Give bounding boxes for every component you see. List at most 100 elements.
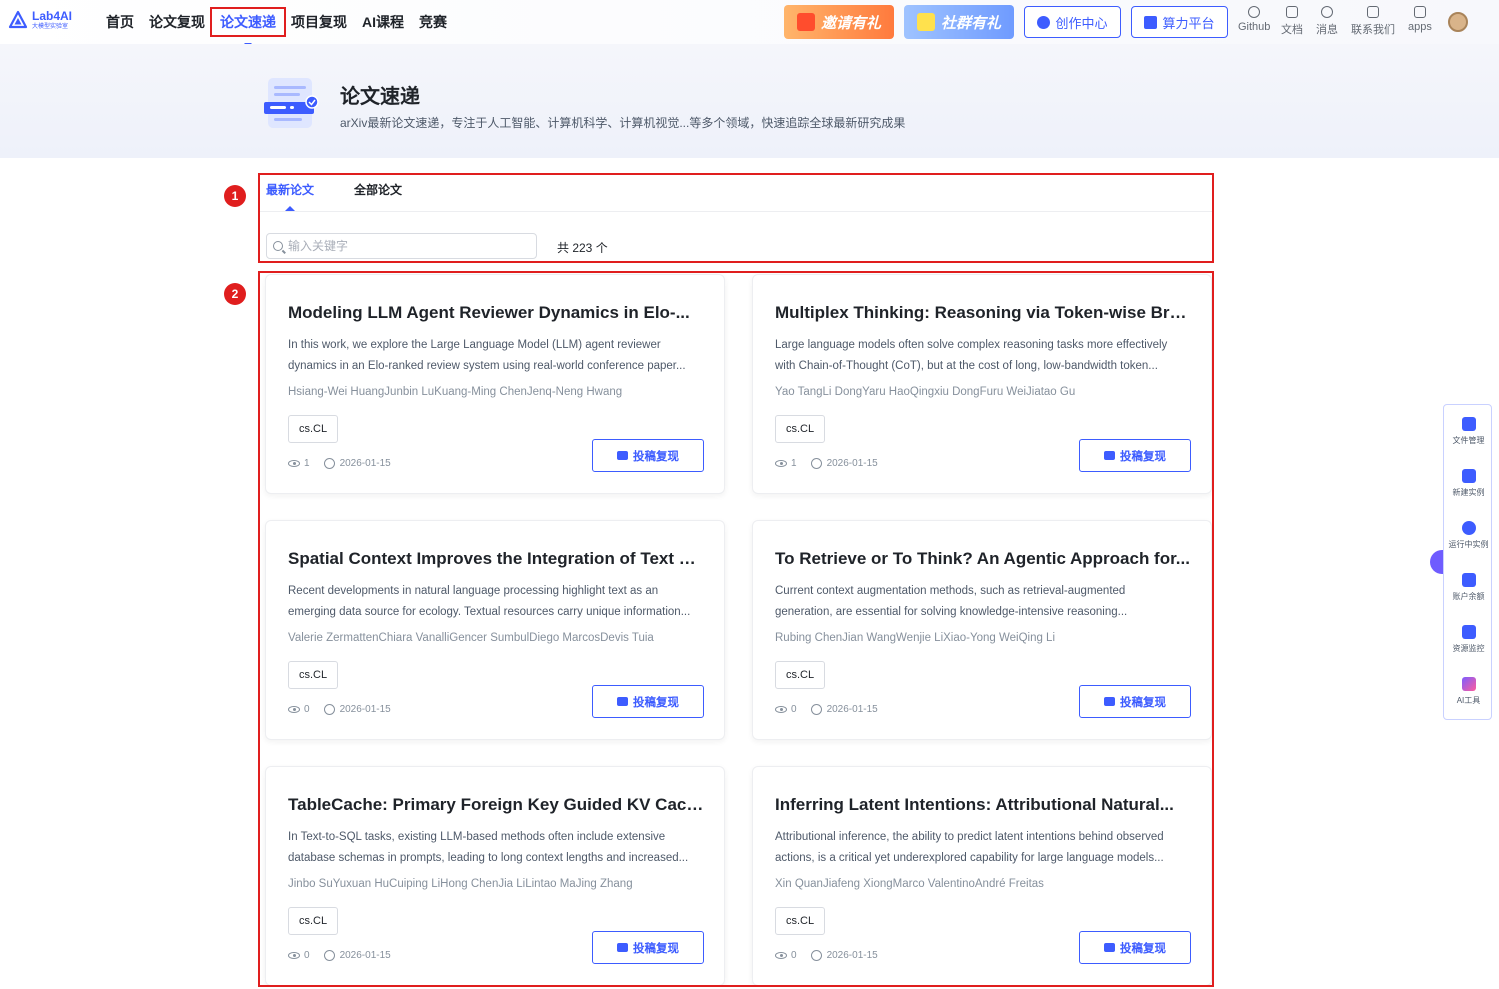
view-count: 1 bbox=[304, 458, 310, 469]
nav-ai-courses[interactable]: AI课程 bbox=[356, 11, 410, 33]
paper-card[interactable]: To Retrieve or To Think? An Agentic Appr… bbox=[752, 520, 1212, 740]
clock-icon bbox=[323, 704, 335, 715]
side-panel-toggle[interactable] bbox=[1430, 550, 1444, 574]
paper-card[interactable]: Multiplex Thinking: Reasoning via Token-… bbox=[752, 274, 1212, 494]
creation-center-button[interactable]: 创作中心 bbox=[1024, 6, 1121, 38]
category-tag[interactable]: cs.CL bbox=[288, 907, 339, 935]
github-link[interactable]: Github bbox=[1238, 6, 1270, 33]
category-tag[interactable]: cs.CL bbox=[775, 415, 826, 443]
submit-reproduction-button[interactable]: 投稿复现 bbox=[1079, 685, 1191, 718]
paper-abstract: In Text-to-SQL tasks, existing LLM-based… bbox=[288, 831, 689, 864]
paper-title[interactable]: Inferring Latent Intentions: Attribution… bbox=[775, 795, 1195, 815]
invite-promo-button[interactable]: 邀请有礼 bbox=[784, 5, 894, 39]
view-count: 0 bbox=[304, 950, 310, 961]
publish-date: 2026-01-15 bbox=[826, 704, 878, 715]
chip-icon bbox=[1144, 15, 1158, 29]
total-count: 共 223 个 bbox=[557, 241, 608, 255]
compute-platform-button[interactable]: 算力平台 bbox=[1131, 6, 1228, 38]
apps-label: apps bbox=[1408, 21, 1432, 33]
side-item-running-instances[interactable]: 运行中实例 bbox=[1444, 521, 1493, 550]
clock-icon bbox=[810, 458, 822, 469]
docs-link[interactable]: 文档 bbox=[1281, 6, 1303, 37]
paper-title[interactable]: Modeling LLM Agent Reviewer Dynamics in … bbox=[288, 303, 708, 323]
nav-competitions[interactable]: 竞赛 bbox=[413, 11, 453, 33]
side-item-label: 资源监控 bbox=[1452, 644, 1485, 653]
nav-project-reproduction[interactable]: 项目复现 bbox=[285, 11, 353, 33]
publish-date: 2026-01-15 bbox=[826, 950, 878, 961]
messages-link[interactable]: 消息 bbox=[1316, 6, 1338, 37]
paper-authors: Rubing ChenJian WangWenjie LiXiao-Yong W… bbox=[775, 632, 1056, 644]
view-count: 0 bbox=[304, 704, 310, 715]
compute-platform-label: 算力平台 bbox=[1162, 15, 1215, 31]
category-tag[interactable]: cs.CL bbox=[288, 661, 339, 689]
nav-paper-express[interactable]: 论文速递 bbox=[210, 7, 286, 47]
paper-card[interactable]: Spatial Context Improves the Integration… bbox=[265, 520, 725, 740]
page-description: arXiv最新论文速递，专注于人工智能、计算机科学、计算机视觉...等多个领域，… bbox=[340, 116, 906, 130]
running-instance-icon bbox=[1461, 521, 1476, 535]
category-tag[interactable]: cs.CL bbox=[775, 661, 826, 689]
add-instance-icon bbox=[1461, 469, 1476, 483]
view-count: 0 bbox=[791, 704, 797, 715]
paper-card[interactable]: Inferring Latent Intentions: Attribution… bbox=[752, 766, 1212, 985]
eye-icon bbox=[775, 460, 787, 467]
paper-title[interactable]: TableCache: Primary Foreign Key Guided K… bbox=[288, 795, 708, 815]
nav-paper-reproduction[interactable]: 论文复现 bbox=[143, 11, 211, 33]
submit-reproduction-button[interactable]: 投稿复现 bbox=[592, 931, 704, 964]
search-box[interactable] bbox=[266, 233, 537, 259]
community-promo-button[interactable]: 社群有礼 bbox=[904, 5, 1014, 39]
tab-all-papers[interactable]: 全部论文 bbox=[354, 181, 402, 198]
paper-card[interactable]: TableCache: Primary Foreign Key Guided K… bbox=[265, 766, 725, 985]
nav-home[interactable]: 首页 bbox=[100, 11, 140, 33]
submit-reproduction-button[interactable]: 投稿复现 bbox=[592, 439, 704, 472]
submit-reproduction-button[interactable]: 投稿复现 bbox=[1079, 439, 1191, 472]
side-item-new-instance[interactable]: 新建实例 bbox=[1444, 469, 1493, 498]
logo-text: Lab4AI 大模型实验室 bbox=[32, 10, 72, 30]
filter-section: 最新论文 全部论文 共 223 个 bbox=[258, 173, 1214, 263]
side-item-account-balance[interactable]: 账户余额 bbox=[1444, 573, 1493, 602]
lab4ai-logo[interactable]: Lab4AI 大模型实验室 bbox=[8, 10, 72, 30]
submit-label: 投稿复现 bbox=[1120, 450, 1166, 463]
apps-link[interactable]: apps bbox=[1408, 6, 1432, 33]
publish-date: 2026-01-15 bbox=[339, 458, 391, 469]
user-avatar[interactable] bbox=[1448, 12, 1468, 32]
paper-title[interactable]: Spatial Context Improves the Integration… bbox=[288, 549, 708, 569]
community-icon bbox=[916, 13, 935, 31]
category-tag[interactable]: cs.CL bbox=[775, 907, 826, 935]
side-item-label: 文件管理 bbox=[1452, 436, 1485, 445]
paper-abstract: Large language models often solve comple… bbox=[775, 339, 1168, 372]
community-promo-label: 社群有礼 bbox=[940, 14, 1001, 32]
paper-title[interactable]: To Retrieve or To Think? An Agentic Appr… bbox=[775, 549, 1195, 569]
paper-card[interactable]: Modeling LLM Agent Reviewer Dynamics in … bbox=[265, 274, 725, 494]
submit-reproduction-button[interactable]: 投稿复现 bbox=[1079, 931, 1191, 964]
chip-monitor-icon bbox=[1461, 625, 1476, 639]
docs-label: 文档 bbox=[1281, 24, 1303, 36]
eye-icon bbox=[775, 706, 787, 713]
side-item-file-management[interactable]: 文件管理 bbox=[1444, 417, 1493, 446]
paper-card-grid: Modeling LLM Agent Reviewer Dynamics in … bbox=[258, 271, 1214, 987]
paper-abstract: Recent developments in natural language … bbox=[288, 585, 691, 618]
tab-latest-papers[interactable]: 最新论文 bbox=[266, 181, 314, 198]
paper-authors: Valerie ZermattenChiara VanalliGencer Su… bbox=[288, 632, 654, 644]
submit-icon bbox=[1104, 451, 1115, 460]
main-nav: 首页 论文复现 论文速递 项目复现 AI课程 竞赛 bbox=[100, 0, 456, 47]
document-icon bbox=[1286, 6, 1298, 18]
gift-icon bbox=[796, 13, 815, 31]
logo-subtitle: 大模型实验室 bbox=[32, 24, 69, 30]
submit-icon bbox=[617, 451, 628, 460]
side-item-resource-monitor[interactable]: 资源监控 bbox=[1444, 625, 1493, 654]
github-label: Github bbox=[1238, 21, 1271, 33]
category-tag[interactable]: cs.CL bbox=[288, 415, 339, 443]
search-input[interactable] bbox=[288, 239, 518, 253]
logo-title: Lab4AI bbox=[32, 9, 73, 23]
submit-icon bbox=[617, 697, 628, 706]
clock-icon bbox=[810, 704, 822, 715]
submit-reproduction-button[interactable]: 投稿复现 bbox=[592, 685, 704, 718]
submit-label: 投稿复现 bbox=[633, 696, 679, 709]
side-item-ai-tools[interactable]: AI工具 bbox=[1444, 677, 1493, 706]
wallet-icon bbox=[1461, 573, 1476, 587]
page-hero: 论文速递 arXiv最新论文速递，专注于人工智能、计算机科学、计算机视觉...等… bbox=[0, 44, 1499, 158]
annotation-marker-2: 2 bbox=[224, 283, 246, 305]
contact-us-link[interactable]: 联系我们 bbox=[1351, 6, 1395, 37]
clock-icon bbox=[323, 458, 335, 469]
paper-title[interactable]: Multiplex Thinking: Reasoning via Token-… bbox=[775, 303, 1195, 323]
